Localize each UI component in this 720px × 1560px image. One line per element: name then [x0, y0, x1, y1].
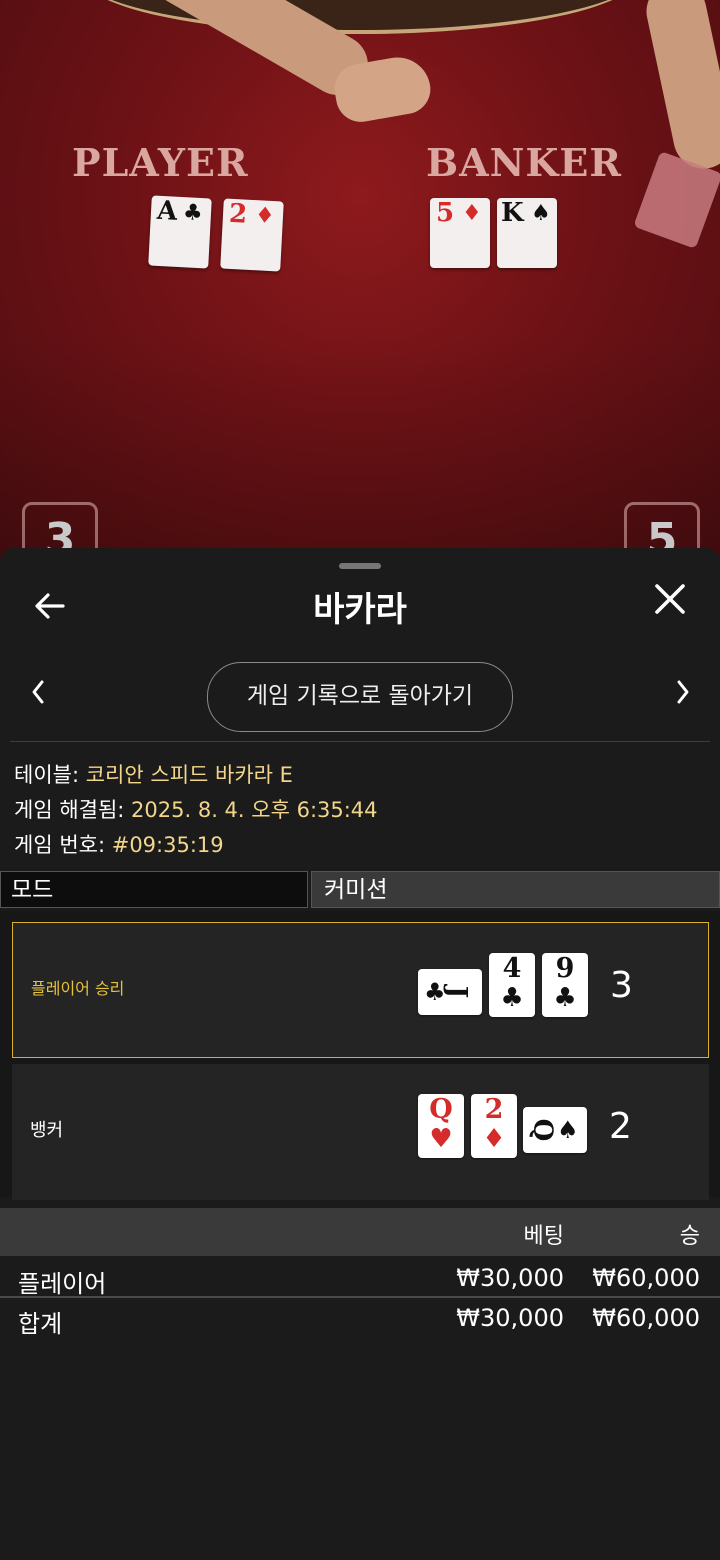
banker-score: 2: [609, 1106, 632, 1147]
win-column-header: 승: [679, 1224, 700, 1249]
total-bet-amount: ₩30,000: [456, 1304, 564, 1332]
close-button[interactable]: [650, 582, 690, 622]
playing-card: 2 ♦: [471, 1094, 517, 1158]
mode-row: 모드 커미션: [0, 871, 720, 911]
win-amount: ₩60,000: [592, 1264, 700, 1292]
bet-column-header: 베팅: [523, 1224, 564, 1249]
game-number-info: 게임 번호: #09:35:19: [14, 829, 224, 859]
table-card: 5 ♦: [430, 198, 490, 268]
game-number-value: #09:35:19: [111, 833, 224, 857]
total-row: 합계 ₩30,000 ₩60,000: [0, 1298, 720, 1338]
resolved-info: 게임 해결됨: 2025. 8. 4. 오후 6:35:44: [14, 794, 378, 824]
table-info-label: 테이블:: [14, 763, 80, 787]
mode-label: 모드: [0, 871, 308, 908]
chevron-right-icon: [677, 680, 689, 704]
banker-result-row: 뱅커 Q ♥ 2 ♦ Q ♠ 2: [12, 1064, 709, 1200]
table-player-label: PLAYER: [72, 140, 249, 185]
playing-card: ♣ J: [418, 969, 482, 1015]
dealer-hand: [330, 52, 435, 126]
table-info: 테이블: 코리안 스피드 바카라 E: [14, 759, 293, 789]
resolved-info-value: 2025. 8. 4. 오후 6:35:44: [131, 798, 378, 822]
game-nav: 게임 기록으로 돌아가기: [0, 662, 720, 732]
dealer-arm-right: [640, 0, 720, 175]
resolved-info-label: 게임 해결됨:: [14, 798, 125, 822]
table-card: 2 ♦: [220, 198, 284, 272]
mode-value: 커미션: [311, 871, 720, 908]
table-card: K ♠: [497, 198, 557, 268]
table-row: 플레이어 ₩30,000 ₩60,000: [0, 1258, 720, 1298]
player-score: 3: [610, 965, 633, 1006]
close-icon: [655, 584, 685, 614]
prev-game-button[interactable]: [30, 678, 46, 714]
playing-card: Q ♠: [523, 1107, 587, 1153]
live-video: PLAYER BANKER A ♣ 2 ♦ 5 ♦ K ♠ 3 5: [0, 0, 720, 560]
total-label: 합계: [18, 1310, 63, 1338]
playing-card: 9 ♣: [542, 953, 588, 1017]
bet-name: 플레이어: [18, 1270, 107, 1298]
table-info-value: 코리안 스피드 바카라 E: [85, 763, 293, 787]
back-to-history-button[interactable]: 게임 기록으로 돌아가기: [207, 662, 513, 732]
playing-card: Q ♥: [418, 1094, 464, 1158]
sheet-header: 바카라: [0, 580, 720, 630]
drag-handle[interactable]: [339, 563, 381, 569]
page-title: 바카라: [313, 590, 407, 630]
player-result-label: 플레이어 승리: [31, 979, 125, 998]
table-rim: [80, 0, 640, 34]
bet-amount: ₩30,000: [456, 1264, 564, 1292]
divider: [10, 741, 710, 742]
result-section: 플레이어 승리 ♣ J 4 ♣ 9 ♣ 3 뱅커 Q ♥ 2 ♦ Q ♠ 2: [0, 911, 720, 1200]
next-game-button[interactable]: [675, 678, 691, 714]
held-card: [633, 151, 720, 249]
playing-card: 4 ♣: [489, 953, 535, 1017]
dealer-arm: [141, 0, 379, 106]
table-card: A ♣: [148, 195, 212, 269]
history-sheet: 바카라 게임 기록으로 돌아가기 테이블: 코리안 스피드 바카라 E 게임 해…: [0, 548, 720, 1560]
table-banker-label: BANKER: [426, 140, 622, 185]
bet-table-header: 베팅 승: [0, 1208, 720, 1256]
banker-result-label: 뱅커: [30, 1120, 64, 1141]
chevron-left-icon: [32, 680, 44, 704]
player-result-row: 플레이어 승리 ♣ J 4 ♣ 9 ♣ 3: [12, 922, 709, 1058]
game-number-label: 게임 번호:: [14, 833, 106, 857]
total-win-amount: ₩60,000: [592, 1304, 700, 1332]
